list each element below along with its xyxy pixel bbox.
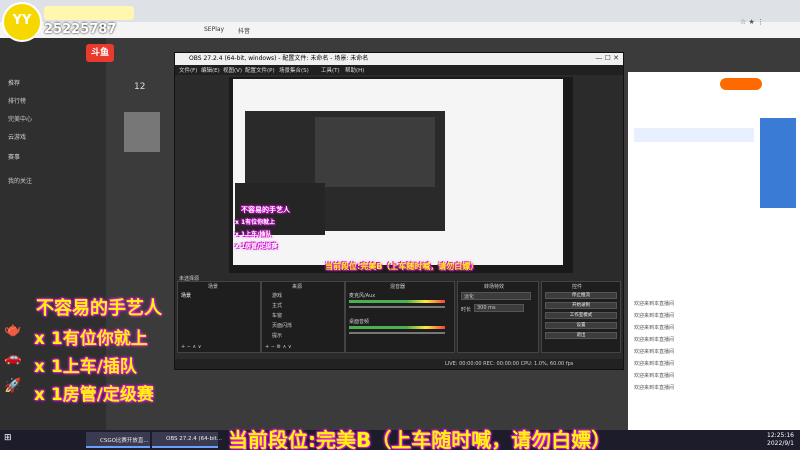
duration-label: 时长 bbox=[461, 307, 472, 313]
thumbnail[interactable] bbox=[124, 112, 160, 152]
start-icon[interactable]: ⊞ bbox=[4, 433, 12, 443]
mixer-channel-label: 桌面音频 bbox=[349, 319, 370, 325]
source-item[interactable]: 车窗 bbox=[272, 312, 282, 319]
pc-button[interactable] bbox=[720, 78, 762, 90]
clock-time: 12:25:16 bbox=[767, 432, 794, 439]
taskbar-clock: 12:25:16 2022/9/1 bbox=[767, 432, 794, 448]
chat-line: 欢迎来到本直播间 bbox=[634, 325, 675, 331]
sidebar-item[interactable]: 我的关注 bbox=[8, 176, 32, 185]
obs-title-bar: OBS 27.2.4 (64-bit, windows) - 配置文件: 未命名… bbox=[175, 53, 623, 65]
dock-title: 场景 bbox=[208, 284, 219, 290]
exit-button[interactable]: 退出 bbox=[545, 332, 617, 339]
dock-title: 控件 bbox=[572, 284, 583, 290]
sidebar-item[interactable]: 完美中心 bbox=[8, 114, 32, 123]
chat-line: 欢迎来到本直播间 bbox=[634, 337, 675, 343]
site-logo[interactable]: 斗鱼 bbox=[86, 44, 114, 62]
preview-overlay-line: x 1上车/插队 bbox=[235, 231, 272, 238]
menu-item[interactable]: 配置文件(P) bbox=[245, 66, 275, 74]
start-record-button[interactable]: 开始录制 bbox=[545, 302, 617, 309]
avatar-label: YY bbox=[12, 13, 32, 28]
mixer-channel-label: 麦克风/Aux bbox=[349, 293, 376, 299]
sources-dock: 来源 游戏 主式 车窗 页面闪烁 提示 + − ⚙ ∧ ∨ bbox=[261, 281, 345, 353]
source-item[interactable]: 主式 bbox=[272, 302, 282, 309]
overlay-line: x 1上车/插队 bbox=[34, 357, 137, 377]
sidebar-item[interactable]: 排行榜 bbox=[8, 96, 26, 105]
promo-banner[interactable] bbox=[760, 118, 796, 208]
menu-item[interactable]: 编辑(E) bbox=[201, 66, 220, 74]
source-toolbar[interactable]: + − ⚙ ∧ ∨ bbox=[265, 344, 292, 350]
bookmark-item[interactable]: SEPlay bbox=[204, 26, 224, 33]
scene-item[interactable]: 场景 bbox=[181, 292, 191, 299]
transitions-dock: 转场特效 淡化 时长 300 ms bbox=[457, 281, 539, 353]
chat-line: 欢迎来到本直播间 bbox=[634, 313, 675, 319]
preview-overlay-title: 不容易的手艺人 bbox=[241, 206, 290, 214]
studio-mode-button[interactable]: 工作室模式 bbox=[545, 312, 617, 319]
name-bar bbox=[44, 6, 134, 20]
obs-menu-bar: 文件(F) 编辑(E) 视图(V) 配置文件(P) 场景集合(S) 工具(T) … bbox=[175, 65, 623, 75]
sidebar-item[interactable]: 推荐 bbox=[8, 78, 20, 87]
taskbar-app-obs[interactable]: OBS 27.2.4 (64-bit... bbox=[152, 432, 222, 448]
chat-line: 欢迎来到本直播间 bbox=[634, 361, 675, 367]
rocket-icon: 🚀 bbox=[4, 378, 22, 394]
nested-obs-inner bbox=[315, 117, 435, 187]
overlay-line: x 1房管/定级赛 bbox=[34, 385, 154, 405]
scene-toolbar[interactable]: + − ∧ ∨ bbox=[181, 344, 201, 350]
volume-meter bbox=[349, 326, 445, 329]
clock-date: 2022/9/1 bbox=[767, 440, 794, 447]
chat-line: 欢迎来到本直播间 bbox=[634, 373, 675, 379]
obs-status-bar: LIVE: 00:00:00 REC: 00:00:00 CPU: 1.0%, … bbox=[175, 359, 623, 369]
sidebar-item[interactable]: 赛事 bbox=[8, 152, 20, 161]
source-item[interactable]: 页面闪烁 bbox=[272, 322, 292, 329]
site-count: 12 bbox=[134, 82, 146, 92]
notice-bar bbox=[634, 128, 754, 142]
transition-select[interactable]: 淡化 bbox=[461, 292, 531, 300]
car-icon: 🚗 bbox=[4, 350, 22, 366]
dock-title: 转场特效 bbox=[484, 284, 505, 290]
dock-title: 混音器 bbox=[390, 284, 406, 290]
taskbar-app-browser[interactable]: CSGO比赛开放直... bbox=[86, 432, 150, 448]
chat-line: 欢迎来到本直播间 bbox=[634, 385, 675, 391]
menu-item[interactable]: 文件(F) bbox=[179, 66, 197, 74]
dock-title: 来源 bbox=[292, 284, 303, 290]
duration-value: 300 ms bbox=[477, 305, 496, 311]
volume-meter bbox=[349, 300, 445, 303]
source-item[interactable]: 提示 bbox=[272, 332, 282, 339]
preview-rank-banner: 当前段位:完美B（上车随时喊，请勿白嫖） bbox=[325, 262, 479, 271]
browser-toolbar-icons[interactable]: ☆ ★ ⋮ bbox=[740, 18, 764, 26]
volume-slider[interactable] bbox=[349, 332, 445, 334]
duration-input[interactable]: 300 ms bbox=[474, 304, 524, 312]
preview-overlay-line: x 1房管/定级赛 bbox=[235, 243, 278, 250]
bookmark-item[interactable]: 抖音 bbox=[238, 26, 250, 35]
scenes-dock: 场景 场景 + − ∧ ∨ bbox=[177, 281, 261, 353]
overlay-title: 不容易的手艺人 bbox=[36, 298, 162, 319]
sidebar-item[interactable]: 云游戏 bbox=[8, 132, 26, 141]
transition-value: 淡化 bbox=[464, 294, 475, 300]
screen: SEPlay 抖音 ☆ ★ ⋮ 推荐 排行榜 完美中心 云游戏 赛事 我的关注 … bbox=[0, 0, 800, 450]
overlay-line: x 1有位你就上 bbox=[34, 329, 148, 349]
teapot-icon: 🫖 bbox=[4, 322, 22, 338]
menu-item[interactable]: 场景集合(S) bbox=[279, 66, 309, 74]
chat-line: 欢迎来到本直播间 bbox=[634, 349, 675, 355]
menu-item[interactable]: 帮助(H) bbox=[345, 66, 364, 74]
mixer-dock: 混音器 麦克风/Aux 桌面音频 bbox=[345, 281, 455, 353]
source-item[interactable]: 游戏 bbox=[272, 292, 282, 299]
status-text: LIVE: 00:00:00 REC: 00:00:00 CPU: 1.0%, … bbox=[445, 361, 574, 367]
stop-stream-button[interactable]: 停止推流 bbox=[545, 292, 617, 299]
bookmark-bar: SEPlay 抖音 bbox=[0, 22, 800, 38]
menu-item[interactable]: 工具(T) bbox=[321, 66, 340, 74]
rank-banner: 当前段位:完美B（上车随时喊，请勿白嫖） bbox=[228, 428, 612, 450]
window-controls[interactable]: — ☐ ✕ bbox=[595, 54, 619, 62]
volume-slider[interactable] bbox=[349, 306, 445, 308]
streamer-uid: 25225787 bbox=[44, 22, 117, 37]
preview-overlay-line: x 1有位你就上 bbox=[235, 219, 276, 226]
settings-button[interactable]: 设置 bbox=[545, 322, 617, 329]
menu-item[interactable]: 视图(V) bbox=[223, 66, 242, 74]
obs-window: OBS 27.2.4 (64-bit, windows) - 配置文件: 未命名… bbox=[174, 52, 624, 370]
chat-line: 欢迎来到本直播间 bbox=[634, 301, 675, 307]
avatar: YY bbox=[2, 2, 42, 42]
controls-dock: 控件 停止推流 开始录制 工作室模式 设置 退出 bbox=[541, 281, 621, 353]
